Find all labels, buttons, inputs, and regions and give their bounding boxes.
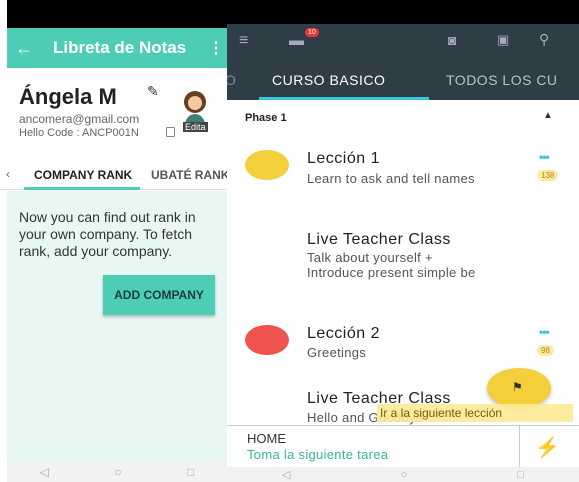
lesson-status-dot xyxy=(245,150,289,180)
lesson-progress-dots: ••• xyxy=(539,325,550,339)
profile-name: Ángela M xyxy=(19,84,117,109)
tab-partial-left[interactable]: O xyxy=(227,72,236,88)
right-phone-screen: ≡ ▬ 10 ◙ ▣ ⚲ O CURSO BASICO TODOS LOS CU… xyxy=(227,0,579,482)
status-bar xyxy=(7,0,227,28)
chevron-left-icon[interactable]: ‹ xyxy=(6,167,10,181)
system-nav-bar: ◁ ○ □ xyxy=(7,461,227,482)
chat-badge: 10 xyxy=(305,28,319,37)
lesson-progress-dots: ••• xyxy=(539,150,550,164)
hello-code: Hello Code : ANCP001N xyxy=(19,127,139,139)
tab-curso-basico[interactable]: CURSO BASICO xyxy=(272,72,385,88)
tab-todos-los-cursos[interactable]: TODOS LOS CU xyxy=(446,72,558,88)
rank-message: Now you can find out rank in your own co… xyxy=(19,209,196,259)
chat-icon[interactable]: ▬ xyxy=(289,32,304,49)
lesson-subtitle: Learn to ask and tell names xyxy=(307,171,475,186)
app-bar: ← Libreta de Notas ⋮ xyxy=(7,28,227,68)
nav-back-icon[interactable]: ◁ xyxy=(282,468,290,481)
company-rank-panel: Now you can find out rank in your own co… xyxy=(7,191,227,461)
screenshot-root: ← Libreta de Notas ⋮ Ángela M ✎ ancomera… xyxy=(0,0,579,482)
top-toolbar: ≡ ▬ 10 ◙ ▣ ⚲ xyxy=(227,24,579,60)
lesson-count-badge: 138 xyxy=(537,170,559,181)
gamepad-icon[interactable]: ◙ xyxy=(448,32,456,48)
lesson-title: Live Teacher Class xyxy=(307,231,451,248)
lesson-title: Lección 2 xyxy=(307,325,380,342)
status-bar xyxy=(227,0,579,24)
nav-recent-icon[interactable]: □ xyxy=(517,469,524,481)
lightning-icon[interactable]: ⚡ xyxy=(535,435,560,460)
system-nav-bar: ◁ ○ □ xyxy=(227,467,579,482)
edit-pencil-icon[interactable]: ✎ xyxy=(147,83,159,100)
profile-email: ancomera@gmail.com xyxy=(19,112,140,126)
app-title: Libreta de Notas xyxy=(53,38,187,57)
avatar-edit-label[interactable]: Edita xyxy=(183,122,208,132)
nav-home-icon[interactable]: ○ xyxy=(114,465,121,479)
bottom-home-label: HOME xyxy=(247,431,286,446)
nav-back-icon[interactable]: ◁ xyxy=(40,465,49,479)
add-company-button[interactable]: ADD COMPANY xyxy=(103,275,215,315)
lesson-status-dot xyxy=(245,325,289,355)
lesson-count-badge: 98 xyxy=(537,345,554,356)
lesson-subtitle: Talk about yourself + Introduce present … xyxy=(307,250,476,280)
tab-ubate-rank[interactable]: UBATÉ RANK xyxy=(151,168,227,182)
menu-icon[interactable]: ≡ xyxy=(239,32,248,50)
more-vert-icon[interactable]: ⋮ xyxy=(205,38,227,58)
flag-icon: ⚑ xyxy=(512,380,523,394)
nav-home-icon[interactable]: ○ xyxy=(401,469,408,481)
nav-recent-icon[interactable]: □ xyxy=(187,465,194,479)
next-task-link[interactable]: Toma la siguiente tarea xyxy=(247,447,388,462)
collapse-caret-icon[interactable]: ▲ xyxy=(543,110,553,121)
next-lesson-fab[interactable]: ⚑ xyxy=(487,368,551,408)
lesson-subtitle: Greetings xyxy=(307,345,367,360)
back-arrow-icon[interactable]: ← xyxy=(7,38,41,59)
tab-company-rank[interactable]: COMPANY RANK xyxy=(34,168,132,182)
tv-icon[interactable]: ▣ xyxy=(497,32,509,48)
profile-header: Ángela M ✎ ancomera@gmail.com Hello Code… xyxy=(7,68,227,160)
phase-header[interactable]: Phase 1 ▲ xyxy=(227,100,579,136)
phase-label: Phase 1 xyxy=(245,112,287,124)
copy-icon[interactable] xyxy=(166,127,175,137)
active-tab-indicator xyxy=(24,187,140,190)
fab-tooltip: Ir a la siguiente lección xyxy=(377,404,573,422)
search-icon[interactable]: ⚲ xyxy=(539,31,549,48)
course-tabs: O CURSO BASICO TODOS LOS CU xyxy=(227,60,579,100)
rank-tabs: ‹ COMPANY RANK UBATÉ RANK xyxy=(0,160,227,190)
divider xyxy=(519,426,520,468)
left-phone-screen: ← Libreta de Notas ⋮ Ángela M ✎ ancomera… xyxy=(0,0,227,482)
lesson-title: Lección 1 xyxy=(307,150,380,167)
bottom-bar[interactable]: HOME Toma la siguiente tarea ⚡ xyxy=(227,425,579,468)
